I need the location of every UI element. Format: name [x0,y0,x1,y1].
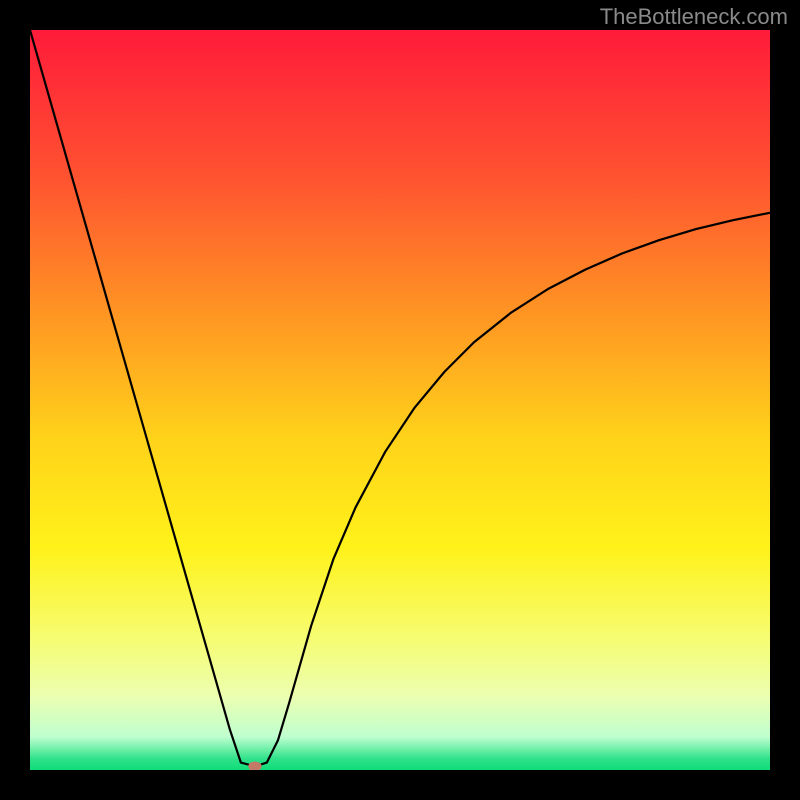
gradient-background [30,30,770,770]
watermark-text: TheBottleneck.com [600,4,788,30]
plot-area [30,30,770,770]
chart-svg [30,30,770,770]
chart-frame: TheBottleneck.com [0,0,800,800]
